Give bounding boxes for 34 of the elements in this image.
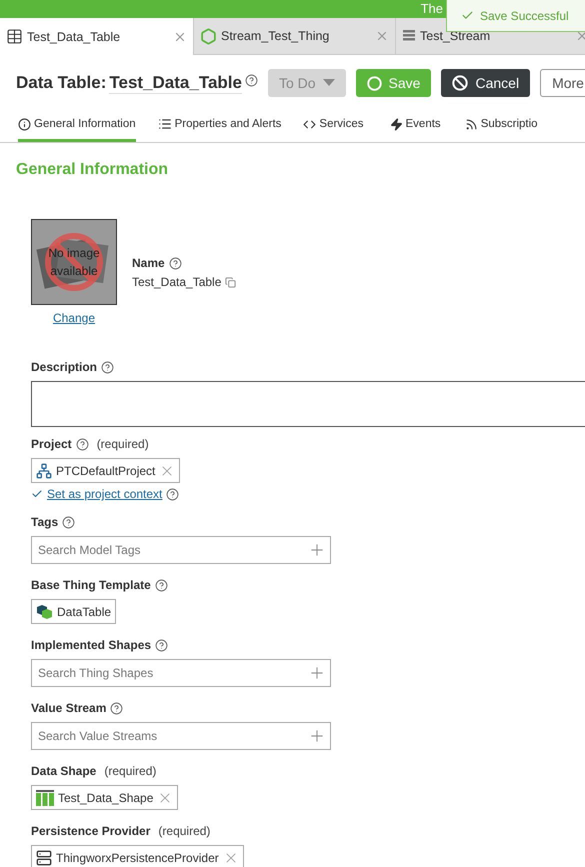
value-chip[interactable]: DataTable: [31, 599, 116, 624]
field-label: Value Stream: [31, 701, 106, 715]
section-tab[interactable]: Services: [303, 111, 364, 142]
section-title: General Information: [16, 161, 170, 179]
field-label: Persistence Provider: [31, 824, 150, 838]
section-tab[interactable]: Events: [390, 111, 441, 142]
field-label: Name: [132, 256, 165, 270]
required-note: (required): [158, 824, 210, 838]
field-label: Description: [31, 360, 98, 374]
change-link[interactable]: Change: [52, 311, 96, 325]
editor-tab[interactable]: Stream_Test_Thing: [193, 18, 395, 55]
field-label: Base Thing Template: [31, 578, 151, 592]
value-chip[interactable]: Test_Data_Shape: [31, 785, 178, 810]
value-chip[interactable]: ThingworxPersistenceProvider: [31, 845, 244, 867]
cancel-button[interactable]: Cancel: [441, 69, 530, 97]
search-field[interactable]: Search Model Tags: [31, 536, 331, 564]
search-field[interactable]: Search Thing Shapes: [31, 659, 331, 687]
value-chip[interactable]: PTCDefaultProject: [31, 458, 180, 483]
name-value: Test_Data_Table: [132, 275, 222, 289]
field-label: Implemented Shapes: [31, 638, 152, 652]
section-tab[interactable]: Properties and Alerts: [158, 111, 282, 142]
search-field[interactable]: Search Value Streams: [31, 722, 331, 750]
required-note: (required): [96, 437, 149, 451]
entity-name: Test_Data_Table: [109, 72, 242, 94]
context-link[interactable]: Set as project context: [47, 487, 162, 501]
section-tab[interactable]: Subscriptio: [464, 111, 538, 142]
field-label: Tags: [31, 515, 58, 529]
entity-type: Data Table:: [16, 73, 106, 93]
field-label: Data Shape: [31, 764, 96, 778]
field-label: Project: [31, 437, 72, 451]
section-tab[interactable]: General Information: [18, 111, 136, 142]
more-button[interactable]: More: [540, 69, 585, 97]
required-note: (required): [104, 764, 156, 778]
banner-text: The: [420, 2, 443, 16]
